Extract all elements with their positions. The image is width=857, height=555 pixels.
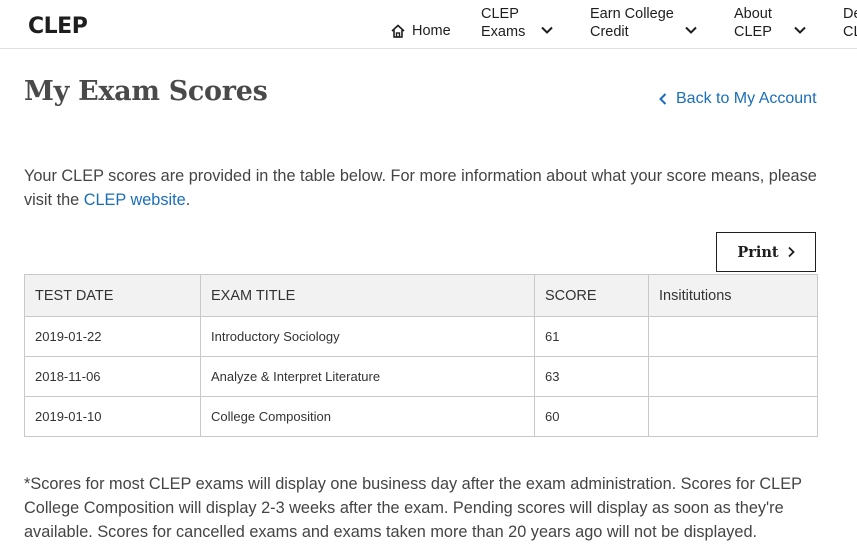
table-row: 2018-11-06 Analyze & Interpret Literatur… (24, 356, 818, 397)
clep-website-link[interactable]: CLEP website (84, 191, 186, 209)
site-header: CLEP Home CLEP Exams Earn College Credit… (0, 0, 857, 49)
chevron-down-icon[interactable] (539, 22, 555, 38)
scores-footnote: *Scores for most CLEP exams will display… (24, 475, 802, 541)
cell-exam-title: Introductory Sociology (200, 316, 535, 357)
nav-more-truncated[interactable]: De CL (843, 5, 857, 41)
home-icon (391, 24, 405, 38)
header-exam-title: EXAM TITLE (200, 274, 535, 317)
intro-text: Your CLEP scores are provided in the tab… (24, 164, 824, 212)
nav-about-clep-label: About CLEP (734, 6, 772, 40)
table-row: 2019-01-10 College Composition 60 (24, 396, 818, 437)
nav-home-label: Home (412, 23, 451, 39)
cell-test-date: 2019-01-10 (24, 396, 201, 437)
nav-home[interactable]: Home (390, 22, 451, 40)
cell-exam-title: Analyze & Interpret Literature (200, 356, 535, 397)
chevron-right-icon (788, 246, 795, 258)
back-link-label: Back to My Account (676, 90, 817, 107)
nav-earn-college-credit-label: Earn College Credit (590, 6, 674, 40)
cell-score: 63 (534, 356, 649, 397)
print-button-label: Print (737, 243, 779, 261)
chevron-left-icon (659, 93, 667, 105)
scores-table: TEST DATE EXAM TITLE SCORE Insititutions… (24, 274, 818, 437)
clep-logo[interactable]: CLEP (28, 14, 88, 39)
header-institutions: Insititutions (648, 274, 818, 317)
cell-institutions (648, 316, 818, 357)
cell-score: 60 (534, 396, 649, 437)
chevron-down-icon[interactable] (792, 22, 808, 38)
header-score: SCORE (534, 274, 649, 317)
nav-earn-college-credit[interactable]: Earn College Credit (590, 5, 674, 41)
print-button[interactable]: Print (716, 232, 816, 272)
header-test-date: TEST DATE (24, 274, 201, 317)
cell-exam-title: College Composition (200, 396, 535, 437)
cell-institutions (648, 356, 818, 397)
nav-clep-exams[interactable]: CLEP Exams (481, 5, 525, 41)
cell-test-date: 2019-01-22 (24, 316, 201, 357)
page-title: My Exam Scores (24, 76, 268, 107)
nav-clep-exams-label: CLEP Exams (481, 6, 526, 40)
chevron-down-icon[interactable] (683, 22, 699, 38)
cell-institutions (648, 396, 818, 437)
nav-more-label: De CL (843, 6, 857, 40)
cell-score: 61 (534, 316, 649, 357)
nav-about-clep[interactable]: About CLEP (734, 5, 772, 41)
table-header-row: TEST DATE EXAM TITLE SCORE Insititutions (24, 274, 818, 317)
intro-text-end: . (185, 191, 191, 209)
table-row: 2019-01-22 Introductory Sociology 61 (24, 316, 818, 357)
back-to-account-link[interactable]: Back to My Account (658, 90, 817, 108)
cell-test-date: 2018-11-06 (24, 356, 201, 397)
